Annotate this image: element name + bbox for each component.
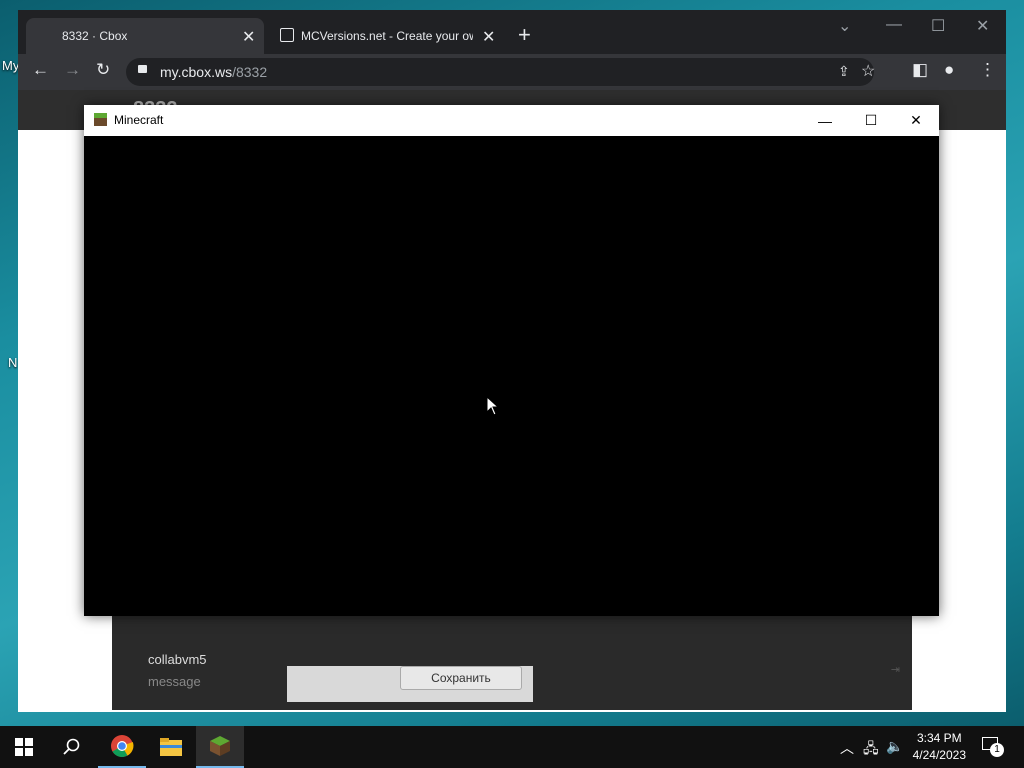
folder-icon [160, 738, 182, 756]
tab-label: 8332 · Cbox [62, 29, 128, 43]
chrome-icon [111, 735, 134, 757]
menu-icon[interactable]: ⋮ [979, 60, 996, 80]
clock-date: 4/24/2023 [912, 748, 966, 762]
url-text: my.cbox.ws/8332 [160, 64, 267, 80]
browser-toolbar: ← → ↻ my.cbox.ws/8332 ⇪ ☆ ◧ ● ⋮ [18, 54, 1006, 90]
url-host: my.cbox.ws [160, 64, 233, 80]
close-icon[interactable]: ✕ [242, 27, 255, 47]
profile-icon[interactable]: ● [944, 60, 954, 80]
minecraft-titlebar[interactable]: Minecraft — ☐ ✕ [84, 105, 939, 136]
mouse-cursor-icon [486, 396, 500, 416]
tab-label: MCVersions.net - Create your ow [301, 29, 473, 43]
taskbar-chrome[interactable] [98, 726, 146, 768]
notification-center-button[interactable]: 1 [980, 735, 1004, 759]
game-canvas[interactable] [84, 136, 939, 616]
start-button[interactable] [0, 726, 48, 768]
desktop-icon-label[interactable]: My [2, 58, 19, 73]
grass-block-icon [210, 736, 230, 756]
taskbar-file-explorer[interactable] [147, 726, 195, 768]
notification-badge: 1 [990, 743, 1004, 757]
network-icon[interactable]: 🖧 [863, 738, 879, 762]
taskbar-minecraft[interactable] [196, 726, 244, 768]
clock[interactable]: 3:34 PM 4/24/2023 [913, 730, 966, 764]
address-bar[interactable]: my.cbox.ws/8332 ⇪ ☆ [126, 58, 875, 86]
windows-icon [15, 738, 33, 756]
close-icon[interactable]: ✕ [482, 27, 495, 47]
maximize-icon[interactable]: ☐ [848, 105, 894, 136]
minimize-icon[interactable]: — [802, 105, 848, 136]
window-title: Minecraft [114, 113, 164, 127]
close-icon[interactable]: ✕ [893, 105, 939, 136]
minecraft-window[interactable]: Minecraft — ☐ ✕ [84, 105, 939, 616]
tab-search-icon[interactable]: ⌄ [838, 16, 851, 36]
star-icon[interactable]: ☆ [861, 61, 875, 81]
taskbar: ︿ 🖧 🔈 3:34 PM 4/24/2023 1 [0, 726, 1024, 768]
forward-icon[interactable]: → [64, 60, 81, 80]
back-icon[interactable]: ← [32, 60, 49, 80]
search-button[interactable] [48, 726, 96, 768]
speaker-icon[interactable]: 🔈 [886, 738, 903, 755]
tab-mcversions[interactable]: MCVersions.net - Create your ow ✕ [272, 18, 502, 54]
tab-cbox[interactable]: 8332 · Cbox ✕ [26, 18, 264, 54]
maximize-icon[interactable]: ☐ [931, 16, 945, 36]
grass-block-icon [94, 113, 107, 126]
login-icon[interactable]: ⇥ [891, 663, 900, 676]
save-button[interactable]: Сохранить [400, 666, 522, 690]
message-input[interactable]: message [148, 674, 201, 689]
lock-icon [138, 65, 147, 73]
url-path: /8332 [232, 64, 268, 80]
chat-username: collabvm5 [148, 652, 207, 667]
close-icon[interactable]: ✕ [976, 16, 989, 36]
new-tab-button[interactable]: + [518, 22, 531, 48]
clock-time: 3:34 PM [916, 731, 962, 745]
settings-box: Сохранить [287, 666, 533, 702]
picture-icon [280, 28, 294, 42]
search-icon [63, 738, 80, 755]
chevron-up-icon[interactable]: ︿ [840, 738, 854, 758]
share-icon[interactable]: ⇪ [838, 63, 850, 80]
side-panel-icon[interactable]: ◧ [912, 60, 928, 80]
desktop-icon-label[interactable]: N [8, 355, 17, 370]
minimize-icon[interactable]: — [886, 16, 902, 34]
reload-icon[interactable]: ↻ [96, 60, 110, 80]
